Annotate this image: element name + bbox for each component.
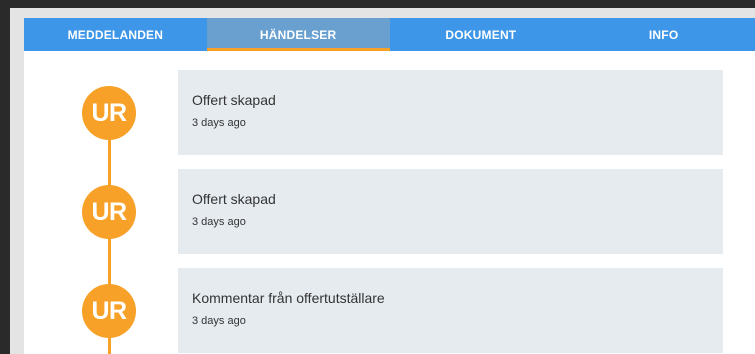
window-top-edge bbox=[0, 0, 755, 8]
event-card[interactable]: Offert skapad 3 days ago bbox=[178, 169, 723, 254]
event-timestamp: 3 days ago bbox=[192, 117, 246, 129]
tab-bar: MEDDELANDEN HÄNDELSER DOKUMENT INFO bbox=[24, 18, 755, 51]
tab-handelser[interactable]: HÄNDELSER bbox=[206, 18, 390, 51]
events-panel: MEDDELANDEN HÄNDELSER DOKUMENT INFO UR O… bbox=[24, 18, 755, 354]
tab-info[interactable]: INFO bbox=[572, 18, 755, 51]
tab-meddelanden[interactable]: MEDDELANDEN bbox=[24, 18, 207, 51]
avatar: UR bbox=[82, 284, 136, 338]
avatar: UR bbox=[82, 86, 136, 140]
window-left-edge bbox=[0, 0, 10, 354]
app-frame: MEDDELANDEN HÄNDELSER DOKUMENT INFO UR O… bbox=[0, 0, 755, 354]
event-card[interactable]: Kommentar från offertutställare 3 days a… bbox=[178, 268, 723, 353]
event-card[interactable]: Offert skapad 3 days ago bbox=[178, 70, 723, 155]
tab-dokument[interactable]: DOKUMENT bbox=[390, 18, 573, 51]
event-title: Kommentar från offertutställare bbox=[192, 290, 385, 306]
event-timestamp: 3 days ago bbox=[192, 216, 246, 228]
event-timestamp: 3 days ago bbox=[192, 315, 246, 327]
event-title: Offert skapad bbox=[192, 191, 276, 207]
avatar: UR bbox=[82, 185, 136, 239]
event-title: Offert skapad bbox=[192, 92, 276, 108]
